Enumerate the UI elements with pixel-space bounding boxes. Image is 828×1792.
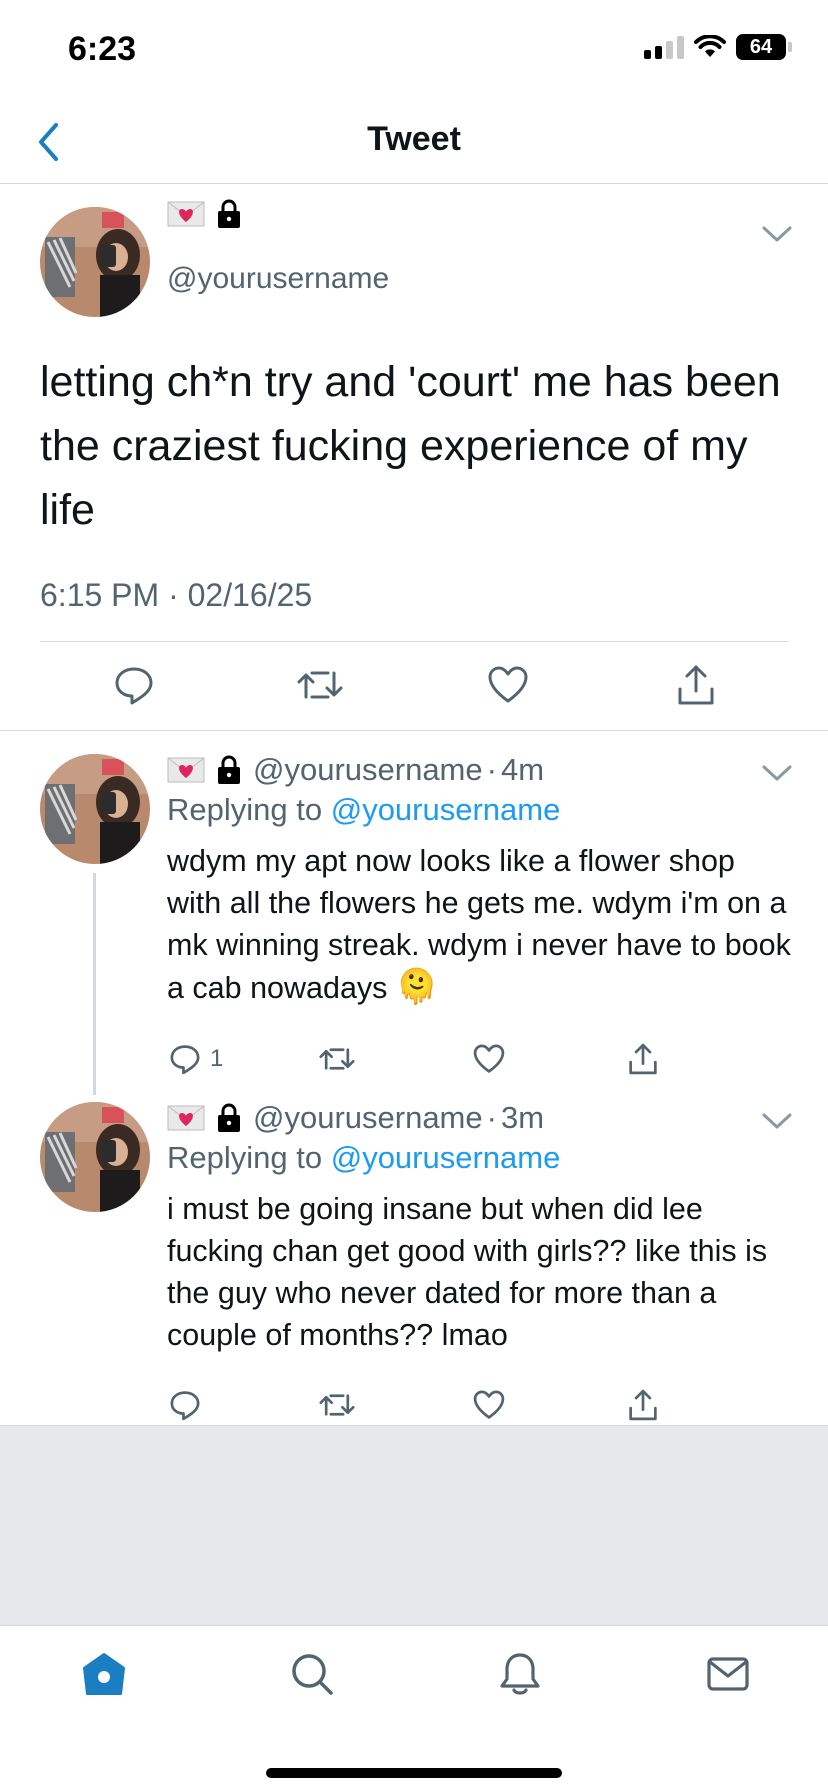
like-button[interactable] xyxy=(486,663,530,707)
share-button[interactable] xyxy=(626,1042,660,1076)
retweet-button[interactable] xyxy=(318,1388,356,1422)
avatar[interactable] xyxy=(40,1102,150,1212)
search-icon xyxy=(292,1654,333,1695)
home-icon xyxy=(83,1653,125,1695)
tab-bar xyxy=(0,1625,828,1792)
love-letter-icon xyxy=(167,757,205,783)
chevron-down-icon[interactable] xyxy=(760,223,794,245)
heart-icon xyxy=(473,1390,505,1419)
empty-area xyxy=(0,1425,828,1625)
replying-to-label: Replying to xyxy=(167,1140,323,1175)
share-icon xyxy=(678,665,714,705)
avatar-photo xyxy=(40,1102,150,1212)
tweet-text: letting ch*n try and 'court' me has been… xyxy=(40,358,781,534)
lock-icon xyxy=(218,755,240,784)
like-button[interactable] xyxy=(472,1042,506,1076)
reply-header: @yourusername · 3m xyxy=(167,1100,544,1136)
heart-icon xyxy=(488,666,528,703)
retweet-button[interactable] xyxy=(318,1042,356,1076)
replying-to-mention[interactable]: @yourusername xyxy=(331,792,561,827)
reply-button[interactable]: 1 xyxy=(168,1042,223,1076)
retweet-button[interactable] xyxy=(296,663,344,707)
replying-to: Replying to @yourusername xyxy=(167,792,560,828)
lock-icon xyxy=(218,1103,240,1132)
retweet-icon xyxy=(319,1394,355,1416)
lock-icon xyxy=(218,199,240,228)
meta-separator: · xyxy=(486,1100,497,1135)
tab-search[interactable] xyxy=(284,1646,340,1702)
reply-button[interactable] xyxy=(168,1388,202,1422)
display-name xyxy=(167,199,243,229)
love-letter-icon xyxy=(167,1105,205,1131)
reply-tweet[interactable]: @yourusername · 3m Replying to @youruser… xyxy=(0,1080,828,1425)
user-handle[interactable]: @yourusername xyxy=(167,262,389,296)
tweet-timestamp: 6:15 PM · 02/16/25 xyxy=(40,577,313,613)
wifi-icon xyxy=(694,35,726,57)
tab-notifications[interactable] xyxy=(492,1646,548,1702)
avatar-photo xyxy=(40,754,150,864)
cellular-signal-icon xyxy=(644,35,684,59)
tab-home[interactable] xyxy=(76,1646,132,1702)
share-icon xyxy=(629,1043,657,1075)
status-time: 6:23 xyxy=(68,30,137,68)
replying-to-label: Replying to xyxy=(167,792,323,827)
avatar-photo xyxy=(40,207,150,317)
love-letter-icon xyxy=(167,201,205,227)
chevron-down-icon[interactable] xyxy=(760,1110,794,1132)
user-handle[interactable]: @yourusername xyxy=(253,752,483,788)
share-icon xyxy=(629,1389,657,1421)
chevron-down-icon[interactable] xyxy=(760,762,794,784)
reply-text: wdym my apt now looks like a flower shop… xyxy=(167,844,791,1005)
avatar[interactable] xyxy=(40,207,150,317)
reply-icon xyxy=(170,1391,200,1421)
replying-to: Replying to @yourusername xyxy=(167,1140,560,1176)
tweet-age: 4m xyxy=(500,752,545,787)
reply-tweet[interactable]: @yourusername · 4m Replying to @youruser… xyxy=(0,732,828,1097)
nav-header: Tweet xyxy=(0,100,828,184)
messages-icon xyxy=(707,1657,749,1691)
reply-text: i must be going insane but when did lee … xyxy=(167,1192,768,1352)
main-tweet[interactable]: @yourusername letting ch*n try and 'cour… xyxy=(0,185,828,731)
melting-face-emoji: 🫠 xyxy=(395,968,439,1006)
reply-text-block: wdym my apt now looks like a flower shop… xyxy=(167,840,797,1009)
reply-icon xyxy=(170,1045,200,1075)
avatar[interactable] xyxy=(40,754,150,864)
thread-line xyxy=(93,873,96,1095)
share-button[interactable] xyxy=(674,663,718,707)
retweet-icon xyxy=(319,1048,355,1070)
user-handle[interactable]: @yourusername xyxy=(253,1100,483,1136)
battery-level: 64 xyxy=(749,35,773,58)
heart-icon xyxy=(473,1044,505,1073)
notifications-icon xyxy=(500,1653,540,1695)
divider xyxy=(40,641,788,642)
page-title: Tweet xyxy=(367,120,461,158)
reply-count: 1 xyxy=(210,1045,224,1072)
battery-cap xyxy=(788,42,792,52)
meta-separator: · xyxy=(486,752,497,787)
tab-messages[interactable] xyxy=(700,1646,756,1702)
tweet-actions xyxy=(0,663,828,723)
share-button[interactable] xyxy=(626,1388,660,1422)
replying-to-mention[interactable]: @yourusername xyxy=(331,1140,561,1175)
tweet-age: 3m xyxy=(500,1100,545,1135)
status-bar: 6:23 64 xyxy=(0,0,828,100)
reply-button[interactable] xyxy=(112,663,156,707)
status-indicators: 64 xyxy=(644,34,792,60)
like-button[interactable] xyxy=(472,1388,506,1422)
battery-icon: 64 xyxy=(736,34,786,60)
reply-icon xyxy=(115,667,153,705)
home-indicator[interactable] xyxy=(266,1768,562,1778)
retweet-icon xyxy=(297,671,343,699)
reply-header: @yourusername · 4m xyxy=(167,752,544,788)
